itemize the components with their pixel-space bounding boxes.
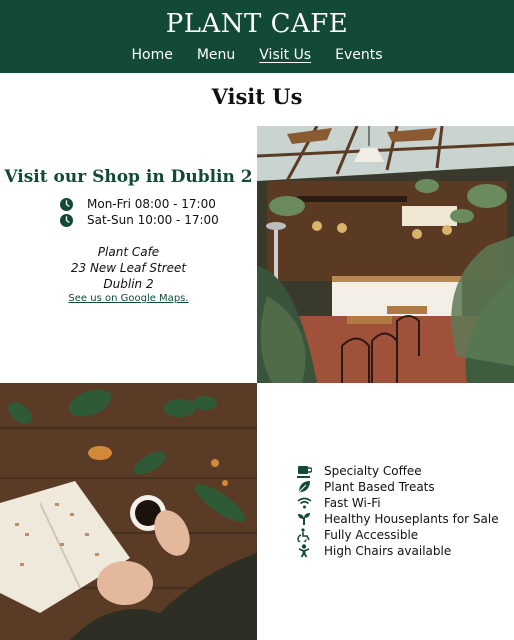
opening-hours: Mon-Fri 08:00 - 17:00 Sat-Sun 10:00 - 17… [60, 196, 240, 228]
address-line: 23 New Leaf Street [70, 261, 187, 275]
nav-home[interactable]: Home [131, 47, 172, 63]
address-line: Dublin 2 [103, 277, 154, 291]
feature-label: Fully Accessible [324, 528, 419, 542]
clock-icon [60, 213, 73, 227]
seedling-icon [296, 512, 312, 526]
hours-row: Sat-Sun 10:00 - 17:00 [60, 212, 240, 228]
cafe-interior-photo [257, 126, 514, 383]
address-line: Plant Cafe [97, 245, 160, 259]
nav-visit-us[interactable]: Visit Us [259, 47, 311, 63]
amenities-list: Specialty Coffee Plant Based Treats Fast… [296, 463, 506, 559]
list-item: Fully Accessible [296, 527, 506, 543]
list-item: Specialty Coffee [296, 463, 506, 479]
clock-icon [60, 197, 73, 211]
leaf-icon [296, 480, 312, 494]
wheelchair-icon [296, 528, 312, 542]
list-item: Plant Based Treats [296, 479, 506, 495]
hours-weekdays: Mon-Fri 08:00 - 17:00 [87, 197, 216, 211]
list-item: Healthy Houseplants for Sale [296, 511, 506, 527]
coffee-icon [296, 464, 312, 478]
feature-label: Fast Wi-Fi [324, 496, 381, 510]
site-header: PLANT CAFE Home Menu Visit Us Events [0, 0, 514, 73]
visit-heading: Visit our Shop in Dublin 2 [4, 167, 253, 187]
hours-weekends: Sat-Sun 10:00 - 17:00 [87, 213, 219, 227]
coffee-table-photo [0, 383, 257, 640]
feature-label: Plant Based Treats [324, 480, 435, 494]
feature-label: Specialty Coffee [324, 464, 422, 478]
google-maps-link[interactable]: See us on Google Maps. [0, 293, 257, 304]
nav-events[interactable]: Events [335, 47, 382, 63]
feature-label: Healthy Houseplants for Sale [324, 512, 499, 526]
feature-label: High Chairs available [324, 544, 452, 558]
list-item: High Chairs available [296, 543, 506, 559]
main-nav: Home Menu Visit Us Events [0, 47, 514, 63]
site-title[interactable]: PLANT CAFE [0, 9, 514, 39]
hours-row: Mon-Fri 08:00 - 17:00 [60, 196, 240, 212]
wifi-icon [296, 496, 312, 510]
nav-menu[interactable]: Menu [197, 47, 235, 63]
list-item: Fast Wi-Fi [296, 495, 506, 511]
page-title: Visit Us [211, 84, 303, 109]
visit-info-panel: Visit our Shop in Dublin 2 Mon-Fri 08:00… [0, 126, 257, 383]
baby-icon [296, 544, 312, 558]
address: Plant Cafe 23 New Leaf Street Dublin 2 [0, 244, 257, 292]
